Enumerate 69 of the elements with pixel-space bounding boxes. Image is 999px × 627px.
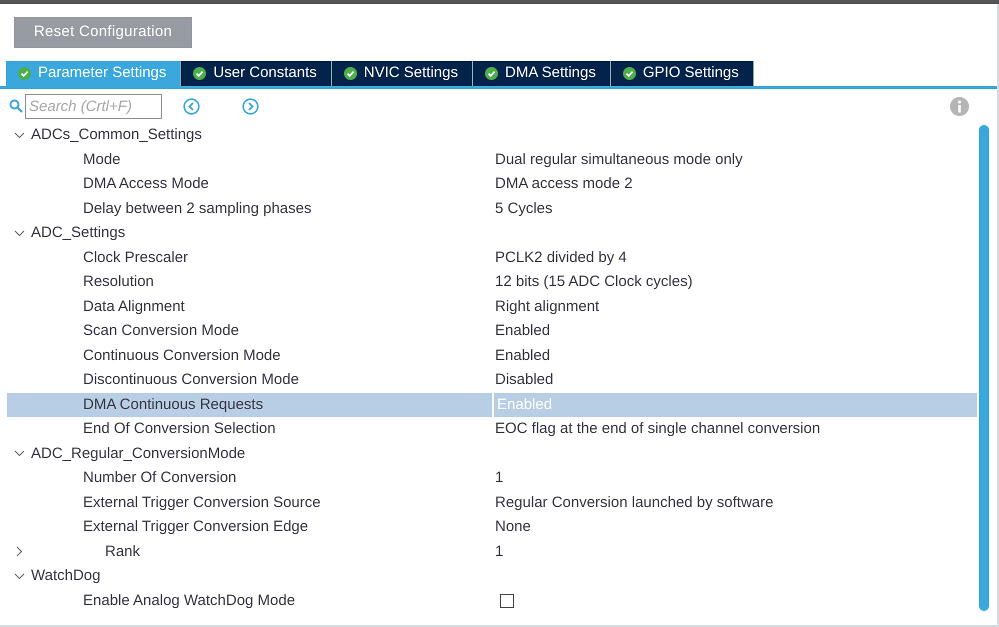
search-icon (9, 99, 23, 113)
group-label[interactable]: ADCs_Common_Settings (31, 124, 202, 146)
tab[interactable]: NVIC Settings (332, 61, 473, 86)
check-circle-icon (193, 67, 206, 80)
next-button[interactable] (242, 98, 259, 114)
group-label[interactable]: ADC_Regular_ConversionMode (31, 442, 246, 465)
property-row[interactable]: Enable Analog WatchDog Mode (7, 588, 977, 613)
chevron-right-icon[interactable] (14, 546, 24, 558)
property-value[interactable]: DMA access mode 2 (495, 173, 633, 196)
property-row[interactable]: Clock Prescaler PCLK2 divided by 4 (7, 246, 977, 270)
property-label: Clock Prescaler (83, 248, 188, 268)
property-label: Data Alignment (83, 296, 185, 316)
tab[interactable]: DMA Settings (473, 61, 611, 86)
tab[interactable]: User Constants (181, 61, 332, 86)
property-value[interactable]: Dual regular simultaneous mode only (495, 148, 743, 171)
group-label[interactable]: WatchDog (31, 565, 100, 588)
property-row[interactable]: Discontinuous Conversion Mode Disabled (7, 368, 977, 392)
property-value[interactable]: Disabled (495, 369, 554, 392)
property-label: DMA Continuous Requests (83, 394, 264, 414)
property-label: DMA Access Mode (83, 174, 209, 194)
property-row[interactable]: End Of Conversion Selection EOC flag at the end of single channel conversion (7, 417, 977, 442)
property-value[interactable]: Enabled (495, 320, 550, 342)
property-row[interactable]: Number Of Conversion 1 (7, 466, 977, 490)
property-label: Rank (105, 542, 140, 562)
chevron-down-icon[interactable] (14, 570, 24, 582)
property-row[interactable]: DMA Access Mode DMA access mode 2 (7, 172, 977, 196)
property-row[interactable]: Data Alignment Right alignment (7, 294, 977, 319)
chevron-down-icon[interactable] (14, 130, 24, 141)
property-row[interactable]: External Trigger Conversion Source Regular Conversion launched by software (7, 490, 977, 515)
property-label: Mode (83, 150, 121, 170)
property-value[interactable]: 5 Cycles (495, 198, 553, 220)
check-circle-icon (485, 67, 498, 80)
property-value[interactable]: 1 (495, 540, 504, 563)
property-value[interactable]: 12 bits (15 ADC Clock cycles) (495, 271, 693, 294)
property-value[interactable]: None (495, 516, 531, 538)
property-row[interactable]: Continuous Conversion Mode Enabled (7, 344, 977, 368)
property-value[interactable]: 1 (495, 467, 504, 490)
property-label: Resolution (83, 272, 154, 292)
property-row[interactable]: External Trigger Conversion Edge None (7, 515, 977, 540)
property-row[interactable]: Delay between 2 sampling phases 5 Cycles (7, 196, 977, 221)
property-label: Delay between 2 sampling phases (83, 198, 312, 218)
property-label: Enable Analog WatchDog Mode (83, 590, 296, 610)
property-label: External Trigger Conversion Edge (83, 517, 308, 537)
property-value[interactable]: EOC flag at the end of single channel conversion (495, 418, 820, 440)
group-label[interactable]: ADC_Settings (31, 222, 126, 244)
property-label: Continuous Conversion Mode (83, 346, 281, 366)
property-value[interactable]: Regular Conversion launched by software (495, 492, 774, 514)
property-label: Discontinuous Conversion Mode (83, 370, 299, 390)
checkbox[interactable] (500, 594, 514, 608)
tab[interactable]: GPIO Settings (610, 61, 754, 86)
property-label: End Of Conversion Selection (83, 419, 276, 439)
property-label: External Trigger Conversion Source (83, 492, 321, 512)
property-row[interactable]: Mode Dual regular simultaneous mode only (7, 148, 977, 172)
chevron-down-icon[interactable] (14, 228, 24, 239)
property-label: Number Of Conversion (83, 468, 236, 488)
check-circle-icon (622, 67, 636, 80)
property-row[interactable]: Rank 1 (7, 540, 977, 564)
search-field[interactable]: Search (Crtl+F) (25, 94, 162, 118)
property-value[interactable]: Enabled (495, 344, 550, 367)
property-value[interactable]: PCLK2 divided by 4 (495, 246, 627, 269)
property-row[interactable]: DMA Continuous Requests Enabled (7, 392, 977, 417)
property-row[interactable]: Scan Conversion Mode Enabled (7, 319, 977, 344)
property-row[interactable]: Resolution 12 bits (15 ADC Clock cycles) (7, 270, 977, 294)
check-circle-icon (18, 67, 31, 80)
previous-button[interactable] (183, 98, 200, 114)
property-label: Scan Conversion Mode (83, 321, 239, 341)
check-circle-icon (344, 67, 357, 80)
property-value[interactable]: Right alignment (495, 296, 600, 318)
scrollbar-thumb[interactable] (979, 125, 989, 611)
